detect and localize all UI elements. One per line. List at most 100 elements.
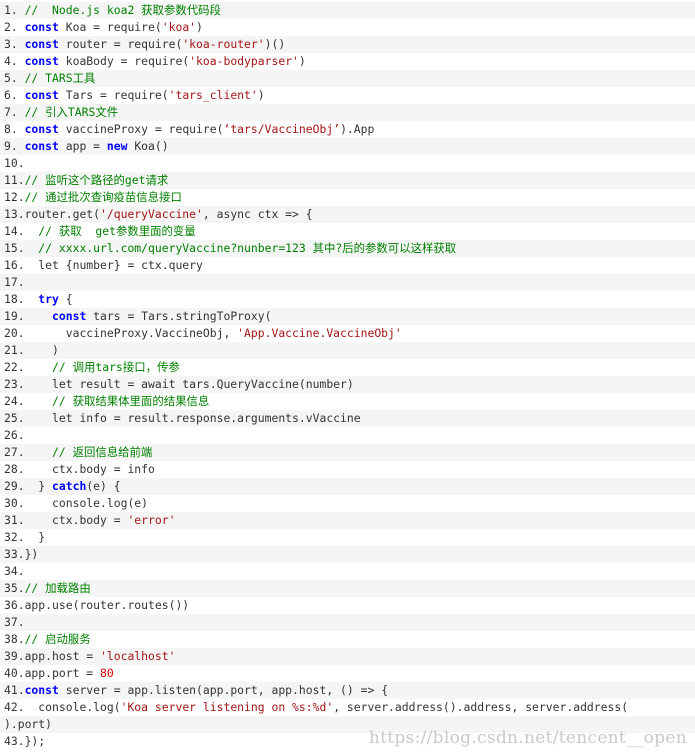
code-line: 26. — [0, 427, 695, 444]
line-number: 27. — [4, 445, 25, 459]
line-number: 29. — [4, 479, 25, 493]
code-token-comment: // 获取结果体里面的结果信息 — [52, 394, 210, 408]
line-number: 12. — [4, 190, 25, 204]
code-token-plain: ctx.body = info — [24, 462, 155, 476]
code-token-keyword: new — [106, 139, 128, 153]
code-token-plain: server = app.listen(app.port, app.host, … — [58, 683, 389, 697]
code-line: 13.router.get('/queryVaccine', async ctx… — [0, 206, 695, 223]
code-token-plain: (e) { — [86, 479, 121, 493]
line-number: 2. — [4, 20, 25, 34]
line-number: 5. — [4, 71, 25, 85]
code-token-plain: ctx.body = — [24, 513, 128, 527]
code-line: 2. const Koa = require('koa') — [0, 19, 695, 36]
line-number: 22. — [4, 360, 25, 374]
line-number: 34. — [4, 564, 25, 578]
code-token-number: 80 — [100, 666, 114, 680]
line-number: 32. — [4, 530, 25, 544]
code-token-plain: ) — [257, 88, 265, 102]
code-token-keyword: const — [24, 683, 59, 697]
code-line: 9. const app = new Koa() — [0, 138, 695, 155]
code-token-string: 'localhost' — [100, 649, 176, 663]
line-number: 41. — [4, 683, 25, 697]
code-token-plain: ) — [298, 54, 306, 68]
code-line: 33.}) — [0, 546, 695, 563]
code-token-comment: // 引入TARS文件 — [24, 105, 119, 119]
line-number: 36. — [4, 598, 25, 612]
line-number: 15. — [4, 241, 25, 255]
code-token-comment: // xxxx.url.com/queryVaccine?nunber=123 … — [38, 241, 457, 255]
code-token-comment: // 获取 get参数里面的变量 — [38, 224, 196, 238]
line-number: 7. — [4, 105, 25, 119]
code-line: 42. console.log('Koa server listening on… — [0, 699, 695, 716]
line-number: 20. — [4, 326, 25, 340]
code-token-plain: let {number} = ctx.query — [24, 258, 203, 272]
code-token-string: 'tars_client' — [168, 88, 258, 102]
code-token-keyword: const — [24, 88, 59, 102]
code-token-plain: }); — [24, 734, 46, 748]
code-token-string: 'Koa server listening on %s:%d' — [120, 700, 334, 714]
watermark: https://blog.csdn.net/tencent__open — [368, 728, 687, 748]
code-line: 12.// 通过批次查询疫苗信息接口 — [0, 189, 695, 206]
code-line: 3. const router = require('koa-router')(… — [0, 36, 695, 53]
code-token-string: 'App.Vaccine.VaccineObj' — [237, 326, 402, 340]
code-token-comment: // 返回信息给前端 — [52, 445, 153, 459]
code-line: 41.const server = app.listen(app.port, a… — [0, 682, 695, 699]
line-number: 24. — [4, 394, 25, 408]
line-number: 33. — [4, 547, 25, 561]
line-number: 23. — [4, 377, 25, 391]
code-line: 28. ctx.body = info — [0, 461, 695, 478]
code-token-comment: // 启动服务 — [24, 632, 91, 646]
line-number: 3. — [4, 37, 25, 51]
code-token-plain: Tars = require( — [58, 88, 169, 102]
line-number: 39. — [4, 649, 25, 663]
line-number: 4. — [4, 54, 25, 68]
line-number: 10. — [4, 156, 25, 170]
code-line: 1. // Node.js koa2 获取参数代码段 — [0, 2, 695, 19]
code-token-plain: app.host = — [24, 649, 101, 663]
code-token-keyword: catch — [52, 479, 87, 493]
code-token-keyword: const — [24, 139, 59, 153]
code-token-plain: ).port) — [4, 717, 53, 731]
code-line: 31. ctx.body = 'error' — [0, 512, 695, 529]
code-line: 35.// 加载路由 — [0, 580, 695, 597]
code-line: 21. ) — [0, 342, 695, 359]
line-number: 19. — [4, 309, 25, 323]
code-token-keyword: const — [24, 37, 59, 51]
code-line: 15. // xxxx.url.com/queryVaccine?nunber=… — [0, 240, 695, 257]
code-token-plain: router.get( — [24, 207, 101, 221]
code-token-plain: tars = Tars.stringToProxy( — [86, 309, 272, 323]
line-number: 9. — [4, 139, 25, 153]
code-line: 36.app.use(router.routes()) — [0, 597, 695, 614]
code-token-plain: app.port = — [24, 666, 101, 680]
line-number: 37. — [4, 615, 25, 629]
code-line: 11.// 监听这个路径的get请求 — [0, 172, 695, 189]
code-line: 20. vaccineProxy.VaccineObj, 'App.Vaccin… — [0, 325, 695, 342]
code-token-string: 'koa' — [161, 20, 197, 34]
code-line: 5. // TARS工具 — [0, 70, 695, 87]
code-token-plain: )() — [264, 37, 286, 51]
code-token-plain: vaccineProxy.VaccineObj, — [24, 326, 238, 340]
line-number: 18. — [4, 292, 25, 306]
code-token-comment: // 监听这个路径的get请求 — [24, 173, 169, 187]
code-token-plain: console.log( — [24, 700, 121, 714]
code-token-plain: , async ctx => { — [202, 207, 313, 221]
code-token-plain: ) — [24, 343, 59, 357]
code-token-plain: ) — [196, 20, 203, 34]
line-number: 42. — [4, 700, 25, 714]
line-number: 28. — [4, 462, 25, 476]
code-line: 8. const vaccineProxy = require(‘tars/Va… — [0, 121, 695, 138]
code-token-comment: // Node.js koa2 获取参数代码段 — [24, 3, 221, 17]
code-token-string: 'error' — [127, 513, 176, 527]
code-token-comment: // 调用tars接口，传参 — [52, 360, 180, 374]
line-number: 43. — [4, 734, 25, 748]
code-token-keyword: const — [52, 309, 87, 323]
code-line: 38.// 启动服务 — [0, 631, 695, 648]
line-number: 1. — [4, 3, 25, 17]
code-line: 32. } — [0, 529, 695, 546]
code-token-plain: , server.address().address, server.addre… — [333, 700, 629, 714]
